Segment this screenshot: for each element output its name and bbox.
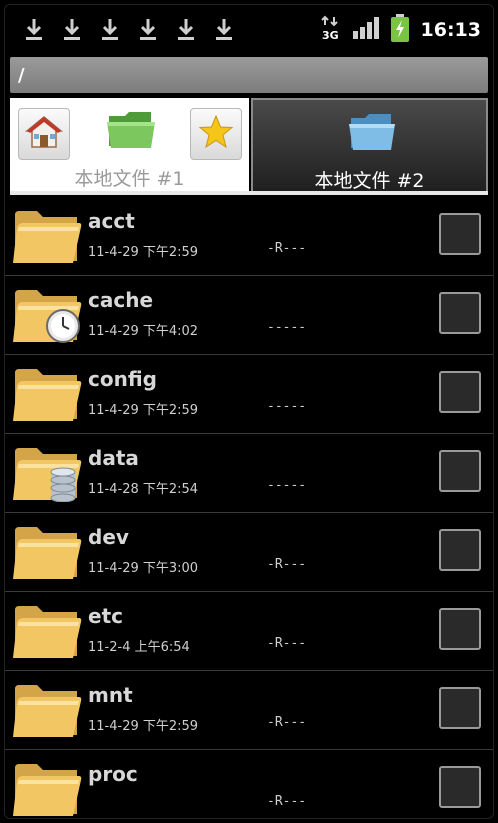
list-item[interactable]: acct 11-4-29 下午2:59 -R--- (5, 197, 493, 276)
list-item[interactable]: cache 11-4-29 下午4:02 ----- (5, 276, 493, 355)
status-bar: 3G 16:13 (5, 5, 493, 55)
folder-icon (11, 758, 83, 818)
tab-label: 本地文件 #1 (74, 168, 185, 190)
folder-icon (11, 205, 83, 267)
blue-folder-icon (347, 110, 397, 158)
file-permissions: -R--- (267, 557, 307, 572)
folder-icon (11, 521, 83, 583)
network-3g-icon: 3G (320, 15, 341, 45)
file-name: config (88, 367, 157, 391)
select-checkbox[interactable] (439, 213, 481, 255)
clock: 16:13 (420, 19, 481, 41)
download-notifications (25, 17, 233, 43)
list-item[interactable]: config 11-4-29 下午2:59 ----- (5, 355, 493, 434)
clock-icon (45, 308, 81, 344)
signal-strength-icon (352, 17, 379, 43)
list-item[interactable]: proc -R--- (5, 750, 493, 818)
file-permissions: ----- (267, 478, 307, 493)
select-checkbox[interactable] (439, 766, 481, 808)
select-checkbox[interactable] (439, 371, 481, 413)
favorites-button[interactable] (190, 108, 242, 160)
file-date: 11-4-29 下午2:59 (88, 719, 199, 734)
download-icon[interactable] (139, 17, 157, 43)
tab-local-files-1[interactable]: 本地文件 #1 (10, 98, 249, 192)
select-checkbox[interactable] (439, 687, 481, 729)
home-icon (24, 114, 64, 154)
file-permissions: ----- (267, 399, 307, 414)
folder-icon (11, 363, 83, 425)
list-item[interactable]: etc 11-2-4 上午6:54 -R--- (5, 592, 493, 671)
file-permissions: -R--- (267, 794, 307, 809)
file-name: dev (88, 525, 129, 549)
download-icon[interactable] (63, 17, 81, 43)
file-list: acct 11-4-29 下午2:59 -R--- cache 11-4-29 … (5, 197, 493, 818)
folder-icon (11, 600, 83, 662)
path-bar[interactable]: / (10, 57, 488, 93)
tab-label: 本地文件 #2 (314, 170, 425, 192)
file-date: 11-4-29 下午2:59 (88, 245, 199, 260)
select-checkbox[interactable] (439, 450, 481, 492)
battery-charging-icon (390, 14, 409, 46)
file-permissions: ----- (267, 320, 307, 335)
tab-bar: 本地文件 #1 本地文件 #2 (10, 98, 488, 194)
star-icon (198, 114, 234, 153)
status-right: 3G 16:13 (320, 14, 481, 46)
file-permissions: -R--- (267, 715, 307, 730)
file-name: mnt (88, 683, 133, 707)
file-date: 11-4-29 下午2:59 (88, 403, 199, 418)
download-icon[interactable] (101, 17, 119, 43)
tab-local-files-2[interactable]: 本地文件 #2 (251, 98, 488, 192)
green-folder-icon (105, 108, 157, 156)
current-path: / (18, 64, 25, 86)
list-item[interactable]: dev 11-4-29 下午3:00 -R--- (5, 513, 493, 592)
database-icon (45, 466, 81, 503)
select-checkbox[interactable] (439, 529, 481, 571)
select-checkbox[interactable] (439, 292, 481, 334)
download-icon[interactable] (177, 17, 195, 43)
home-button[interactable] (18, 108, 70, 160)
file-name: cache (88, 288, 154, 312)
download-icon[interactable] (25, 17, 43, 43)
screen-frame: 3G 16:13 / 本地文件 #1 本地文件 #2 acct 11-4-29 … (4, 4, 494, 819)
file-date: 11-4-28 下午2:54 (88, 482, 199, 497)
file-date: 11-4-29 下午4:02 (88, 324, 199, 339)
file-name: acct (88, 209, 135, 233)
list-item[interactable]: data 11-4-28 下午2:54 ----- (5, 434, 493, 513)
file-date: 11-2-4 上午6:54 (88, 640, 190, 655)
folder-icon (11, 679, 83, 741)
list-item[interactable]: mnt 11-4-29 下午2:59 -R--- (5, 671, 493, 750)
tab-divider (10, 191, 488, 195)
download-icon[interactable] (215, 17, 233, 43)
file-date: 11-4-29 下午3:00 (88, 561, 199, 576)
file-name: proc (88, 762, 138, 786)
file-name: data (88, 446, 139, 470)
svg-text:3G: 3G (322, 29, 339, 41)
file-permissions: -R--- (267, 241, 307, 256)
select-checkbox[interactable] (439, 608, 481, 650)
file-permissions: -R--- (267, 636, 307, 651)
file-name: etc (88, 604, 123, 628)
